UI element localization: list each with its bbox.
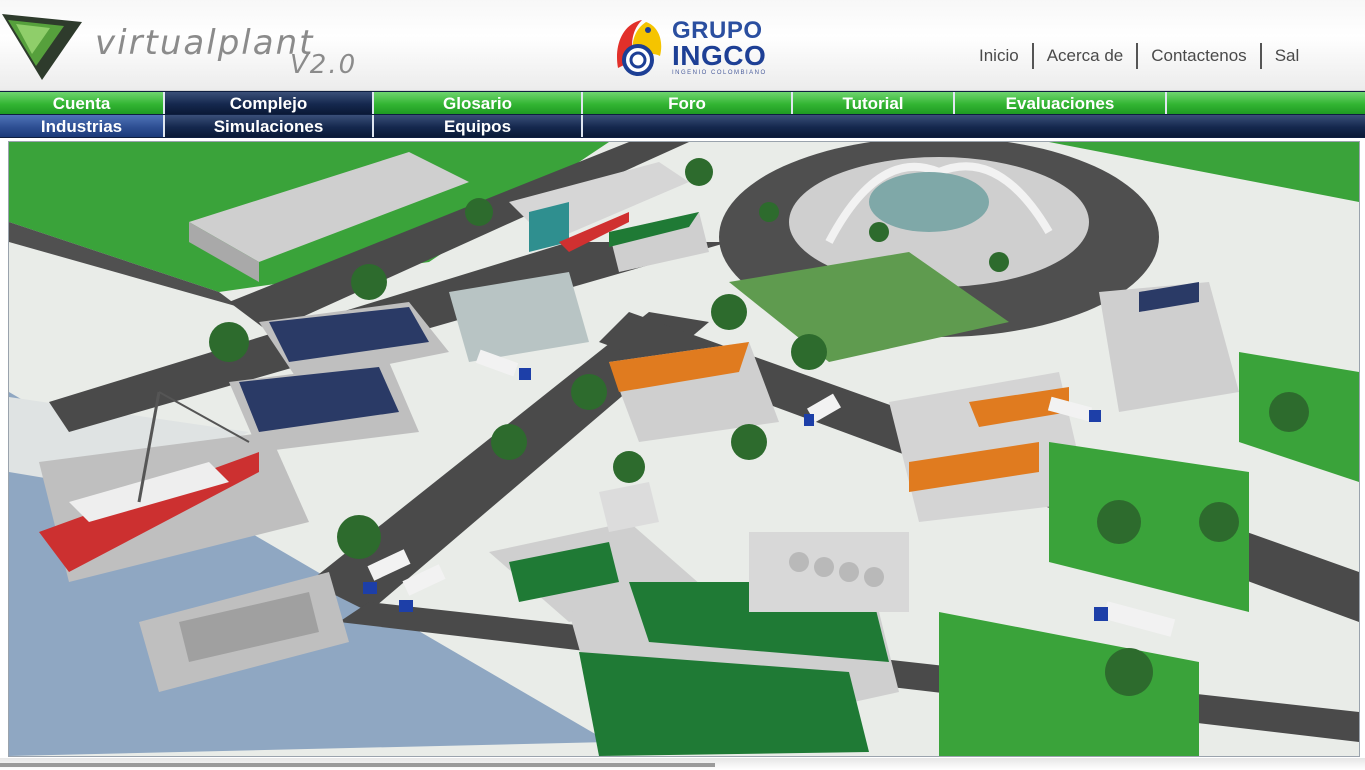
top-nav: Inicio Acerca de Contactenos Sal	[966, 43, 1299, 69]
scroll-track[interactable]	[0, 763, 715, 767]
menu-glosario[interactable]: Glosario	[374, 92, 583, 114]
nav-acerca-de[interactable]: Acerca de	[1034, 43, 1139, 69]
menu-complejo[interactable]: Complejo	[165, 92, 374, 114]
menu-cuenta[interactable]: Cuenta	[0, 92, 165, 114]
dome-building	[869, 172, 989, 232]
partner-name-line2: INGCO	[672, 40, 767, 71]
brand-name: virtualplant	[95, 23, 315, 63]
partner-tagline: INGENIO COLOMBIANO	[672, 70, 767, 76]
menu-simulaciones[interactable]: Simulaciones	[165, 115, 374, 137]
menu-tutorial[interactable]: Tutorial	[793, 92, 955, 114]
menu-industrias[interactable]: Industrias	[0, 115, 165, 137]
menu-equipos[interactable]: Equipos	[374, 115, 583, 137]
complex-map-viewport[interactable]	[8, 141, 1360, 757]
main-menu: Cuenta Complejo Glosario Foro Tutorial E…	[0, 91, 1365, 138]
virtualplant-logo-icon[interactable]	[2, 14, 82, 80]
brand-version: V2.0	[290, 50, 358, 80]
menu-evaluaciones[interactable]: Evaluaciones	[955, 92, 1167, 114]
menu-empty-slot	[1167, 92, 1365, 114]
ingco-logo-icon[interactable]	[612, 16, 668, 78]
nav-inicio[interactable]: Inicio	[966, 43, 1034, 69]
nav-salir[interactable]: Sal	[1262, 43, 1300, 69]
nav-contactenos[interactable]: Contactenos	[1138, 43, 1262, 69]
app-header: virtualplant V2.0 GRUPO INGCO INGENIO CO…	[0, 0, 1365, 91]
menu-empty-row2	[583, 115, 1365, 137]
industrial-complex-map[interactable]	[9, 142, 1359, 756]
menu-foro[interactable]: Foro	[583, 92, 793, 114]
